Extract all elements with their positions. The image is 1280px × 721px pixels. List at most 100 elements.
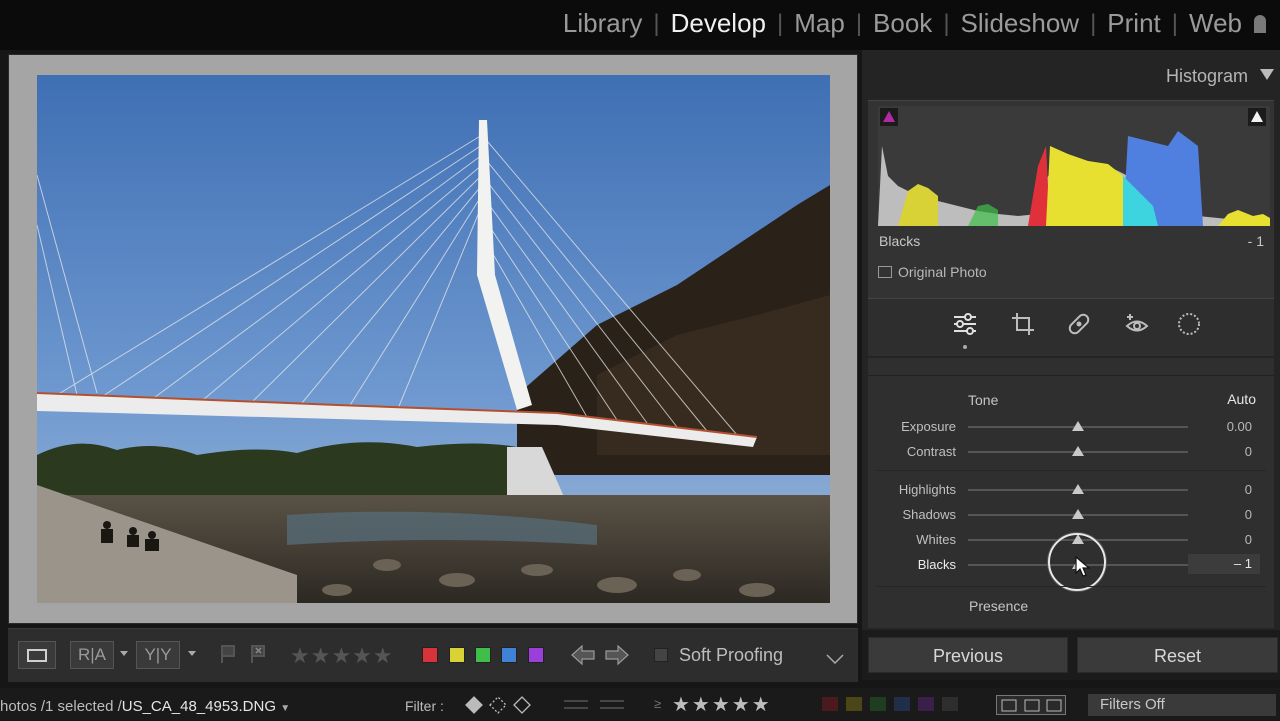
soft-proofing-label[interactable]: Soft Proofing	[679, 645, 783, 666]
color-label-blue[interactable]	[501, 647, 517, 663]
original-photo-checkbox[interactable]	[878, 266, 892, 278]
highlight-clipping-icon[interactable]	[1248, 108, 1266, 126]
rating-operator[interactable]: ≥	[654, 696, 661, 711]
photo-viewer	[8, 54, 858, 624]
slider-label: Blacks	[917, 557, 956, 572]
basic-panel: Tone Auto Exposure 0.00 Contrast 0 Highl…	[868, 358, 1274, 628]
crop-icon[interactable]	[1010, 311, 1036, 337]
filmstrip-bar: hotos /1 selected /US_CA_48_4953.DNG ▼ F…	[0, 688, 1280, 720]
module-separator: |	[777, 9, 784, 37]
slider-thumb[interactable]	[1072, 446, 1084, 456]
slider-value[interactable]: 0	[1245, 444, 1252, 459]
flag-pick-icon[interactable]	[218, 643, 238, 670]
module-web[interactable]: Web	[1189, 8, 1242, 39]
swap-settings-button[interactable]: Y|Y	[136, 641, 180, 669]
healing-icon[interactable]	[1066, 311, 1092, 337]
histogram-graph[interactable]	[878, 106, 1270, 226]
flag-filter-icons[interactable]	[462, 695, 534, 720]
section-divider	[876, 470, 1266, 471]
loupe-view-button[interactable]	[18, 641, 56, 669]
rating-filter-stars[interactable]: ★★★★★	[672, 692, 772, 717]
cut-off-slider-row	[868, 358, 1274, 376]
photo-preview[interactable]	[37, 75, 830, 603]
filter-color-green[interactable]	[870, 697, 886, 711]
slider-value[interactable]: 0	[1245, 532, 1252, 547]
module-separator: |	[943, 9, 950, 37]
slider-row-highlights: Highlights 0	[868, 478, 1274, 502]
module-list: Library | Develop | Map | Book | Slidesh…	[563, 8, 1266, 39]
color-label-purple[interactable]	[528, 647, 544, 663]
module-develop[interactable]: Develop	[671, 8, 766, 39]
tool-strip	[868, 298, 1274, 356]
auto-tone-button[interactable]: Auto	[1227, 391, 1256, 407]
edit-sliders-icon[interactable]	[952, 311, 978, 337]
slider-label: Shadows	[902, 507, 956, 522]
star-rating[interactable]: ★★★★★	[290, 643, 394, 669]
original-photo-label[interactable]: Original Photo	[898, 264, 987, 280]
slider-thumb[interactable]	[1072, 421, 1084, 431]
masking-icon[interactable]	[1176, 311, 1202, 337]
before-after-dropdown-icon[interactable]	[120, 651, 128, 656]
filter-color-blue[interactable]	[894, 697, 910, 711]
histogram-header[interactable]: Histogram	[862, 50, 1280, 100]
develop-toolbar: R|A Y|Y ★★★★★ Soft Proofing	[8, 628, 858, 682]
panel-button-bar: Previous Reset	[862, 630, 1280, 680]
edit-filter-icons[interactable]	[562, 696, 628, 719]
histogram-readout-label: Blacks	[879, 233, 921, 249]
presence-section-label: Presence	[969, 598, 1029, 614]
previous-button[interactable]: Previous	[868, 637, 1068, 673]
next-photo-arrow-icon[interactable]	[604, 643, 630, 672]
color-label-green[interactable]	[475, 647, 491, 663]
filter-label: Filter :	[405, 698, 444, 714]
kind-filter-icons[interactable]	[996, 695, 1066, 715]
filter-color-red[interactable]	[822, 697, 838, 711]
photo-image	[37, 75, 830, 603]
right-panel: Histogram Blacks - 1 Original Photo Tone…	[862, 50, 1280, 630]
slider-thumb[interactable]	[1072, 484, 1084, 494]
toolbar-menu-chevron-icon[interactable]	[826, 651, 844, 669]
collapse-triangle-icon[interactable]	[1260, 69, 1274, 80]
flag-reject-icon[interactable]	[248, 643, 268, 670]
active-tool-indicator	[963, 345, 967, 349]
slider-value[interactable]: 0	[1245, 482, 1252, 497]
slider-value[interactable]: 0.00	[1227, 419, 1252, 434]
filmstrip-filename: US_CA_48_4953.DNG	[121, 698, 277, 715]
red-eye-icon[interactable]	[1124, 311, 1150, 337]
soft-proofing-checkbox[interactable]	[654, 648, 668, 662]
slider-row-shadows: Shadows 0	[868, 503, 1274, 527]
module-separator: |	[653, 9, 660, 37]
filters-off-dropdown[interactable]: Filters Off	[1088, 694, 1276, 716]
shadow-clipping-icon[interactable]	[880, 108, 898, 126]
before-after-button[interactable]: R|A	[70, 641, 114, 669]
mouse-pointer-icon	[1075, 555, 1091, 577]
color-label-red[interactable]	[422, 647, 438, 663]
histogram-title: Histogram	[1165, 66, 1248, 86]
panel-edge-icon[interactable]	[1254, 14, 1266, 33]
slider-value[interactable]: 0	[1245, 507, 1252, 522]
slider-label: Whites	[916, 532, 956, 547]
loupe-view-icon	[27, 649, 47, 662]
module-map[interactable]: Map	[794, 8, 845, 39]
slider-thumb[interactable]	[1072, 509, 1084, 519]
color-label-yellow[interactable]	[449, 647, 465, 663]
module-separator: |	[1171, 9, 1178, 37]
module-book[interactable]: Book	[873, 8, 932, 39]
cursor-highlight-ring	[1048, 533, 1106, 591]
filter-color-none[interactable]	[942, 697, 958, 711]
reset-button[interactable]: Reset	[1077, 637, 1278, 673]
slider-value-field[interactable]: – 1	[1188, 554, 1260, 574]
slider-label: Exposure	[901, 419, 956, 434]
module-slideshow[interactable]: Slideshow	[961, 8, 1080, 39]
filmstrip-source: hotos /1 selected /	[0, 698, 122, 715]
slider-row-exposure: Exposure 0.00	[868, 415, 1274, 439]
histogram-plot	[878, 131, 1270, 226]
module-print[interactable]: Print	[1107, 8, 1160, 39]
previous-photo-arrow-icon[interactable]	[570, 643, 596, 672]
filter-color-yellow[interactable]	[846, 697, 862, 711]
filter-color-purple[interactable]	[918, 697, 934, 711]
tone-section-label: Tone	[968, 392, 999, 408]
filename-dropdown-icon[interactable]: ▼	[280, 703, 290, 714]
filmstrip-path[interactable]: hotos /1 selected /US_CA_48_4953.DNG ▼	[0, 698, 290, 715]
swap-dropdown-icon[interactable]	[188, 651, 196, 656]
module-library[interactable]: Library	[563, 8, 642, 39]
